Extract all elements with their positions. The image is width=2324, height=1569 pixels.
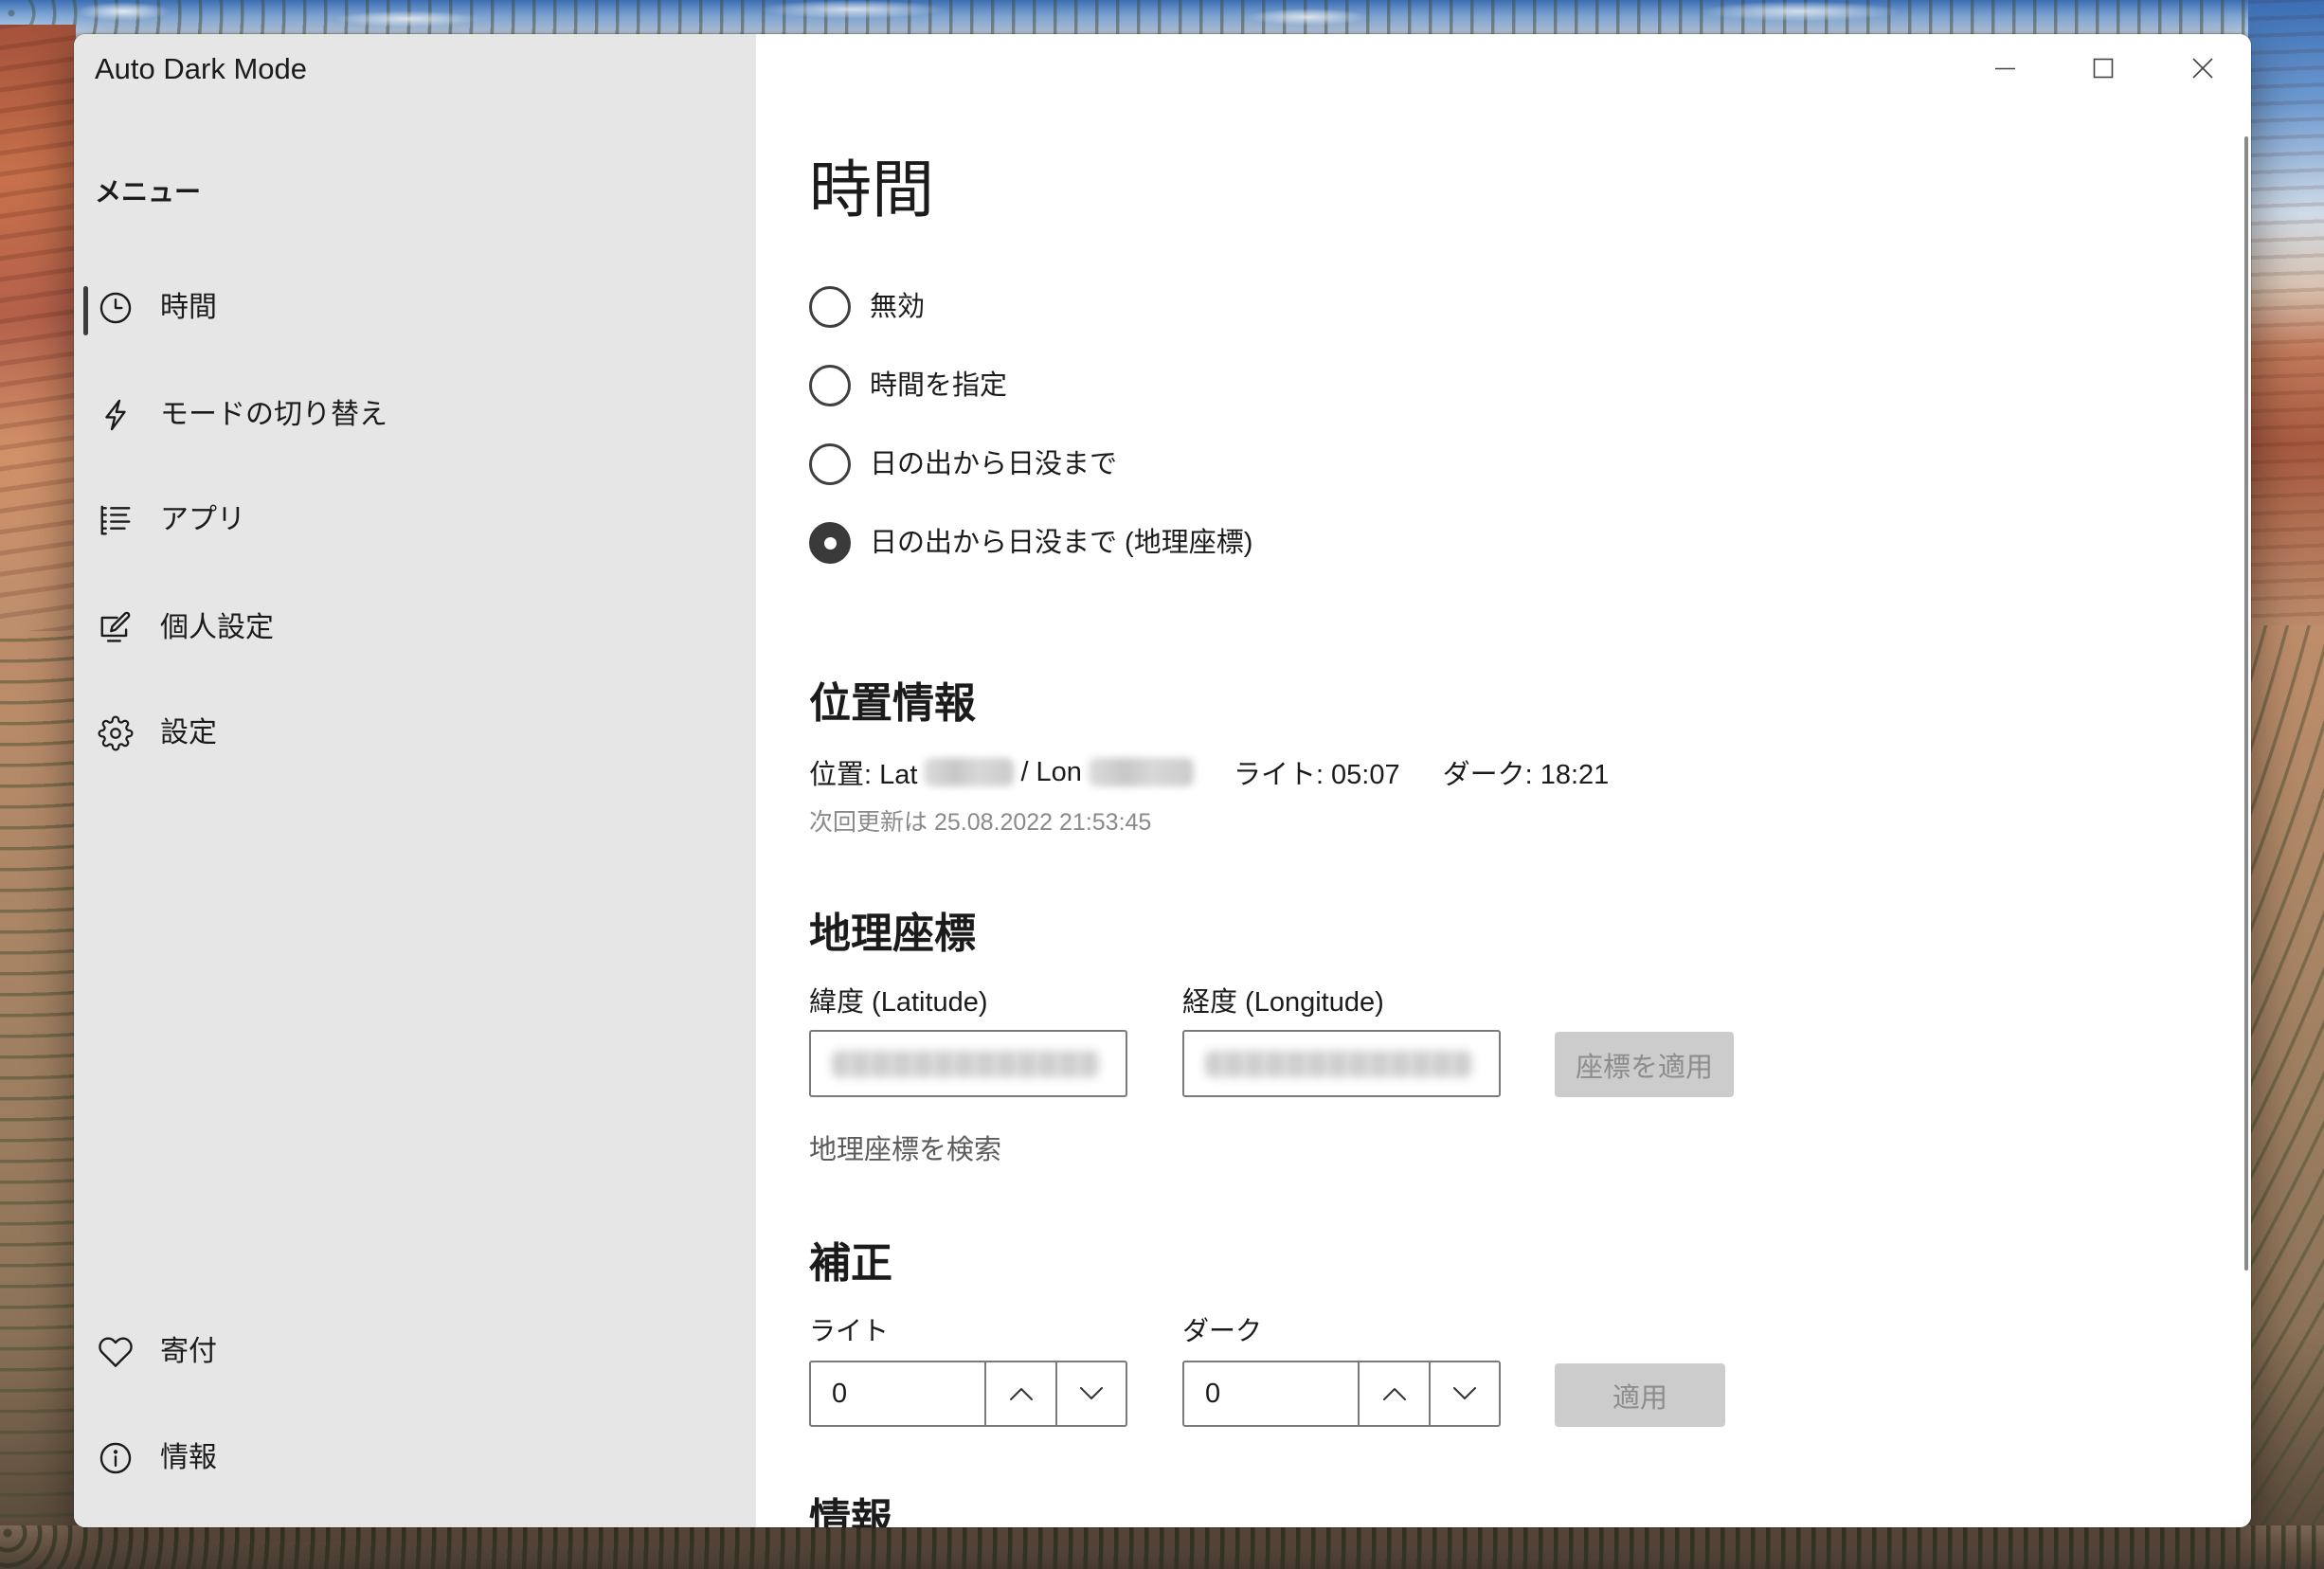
- mode-option-sunrise-sunset[interactable]: 日の出から日没まで: [809, 441, 1662, 488]
- maximize-button[interactable]: [2070, 45, 2136, 92]
- sidebar-item-label: アプリ: [160, 504, 245, 535]
- apply-offset-button[interactable]: 適用: [1555, 1363, 1725, 1427]
- search-coordinates-link[interactable]: 地理座標を検索: [809, 1131, 1001, 1169]
- app-title: Auto Dark Mode: [95, 52, 307, 85]
- wallpaper-rock-cliff-left: [0, 25, 76, 631]
- scrollbar-thumb[interactable]: [2244, 136, 2248, 1271]
- dark-offset-label: ダーク: [1182, 1316, 1263, 1345]
- radio-button[interactable]: [809, 286, 851, 328]
- light-time: ライト: 05:07: [1233, 760, 1400, 790]
- radio-dot: [823, 536, 837, 550]
- chevron-down-icon: [1080, 1387, 1103, 1399]
- lightning-icon: [98, 397, 134, 433]
- radio-button[interactable]: [809, 365, 851, 406]
- list-icon: [98, 502, 134, 538]
- sidebar-item-about[interactable]: 情報: [74, 1429, 756, 1488]
- sidebar-item-apps[interactable]: アプリ: [74, 491, 756, 550]
- latitude-prefix: 位置: Lat: [809, 760, 918, 790]
- chevron-up-icon: [1382, 1388, 1406, 1400]
- longitude-value-redacted: [1088, 758, 1194, 786]
- latitude-input-value-redacted: [832, 1051, 1099, 1077]
- light-offset-input[interactable]: 0: [811, 1362, 984, 1425]
- chevron-up-icon: [1009, 1388, 1033, 1400]
- radio-label: 日の出から日没まで (地理座標): [870, 528, 1253, 558]
- dark-offset-spinbox: 0: [1182, 1361, 1501, 1427]
- clock-icon: [98, 290, 134, 326]
- minimize-button[interactable]: [1972, 45, 2038, 92]
- selection-indicator: [83, 286, 88, 335]
- dark-offset-input[interactable]: 0: [1184, 1362, 1358, 1425]
- sidebar-item-mode-switch[interactable]: モードの切り替え: [74, 386, 756, 444]
- dark-offset-decrement-button[interactable]: [1429, 1362, 1499, 1425]
- light-offset-decrement-button[interactable]: [1055, 1362, 1126, 1425]
- minimize-icon: [1994, 67, 2015, 69]
- longitude-label: 経度 (Longitude): [1182, 987, 1384, 1018]
- maximize-icon: [2093, 58, 2114, 79]
- sidebar-item-donate[interactable]: 寄付: [74, 1323, 756, 1381]
- apply-coordinates-button[interactable]: 座標を適用: [1555, 1032, 1734, 1097]
- wallpaper-desert-scrub: [0, 1525, 2324, 1569]
- radio-label: 時間を指定: [870, 370, 1008, 401]
- light-offset-spinbox: 0: [809, 1361, 1127, 1427]
- mode-option-custom-time[interactable]: 時間を指定: [809, 362, 1662, 409]
- personalize-icon: [98, 610, 134, 646]
- heart-icon: [98, 1334, 134, 1370]
- sidebar: Auto Dark Mode メニュー 時間 モードの切り替え アプリ 個人設定…: [74, 34, 756, 1527]
- info-heading: 情報: [809, 1496, 892, 1527]
- sidebar-item-label: 情報: [160, 1442, 217, 1473]
- app-window: Auto Dark Mode メニュー 時間 モードの切り替え アプリ 個人設定…: [74, 34, 2251, 1527]
- page-title: 時間: [809, 154, 934, 225]
- offset-heading: 補正: [809, 1240, 892, 1287]
- sidebar-item-time[interactable]: 時間: [74, 279, 756, 337]
- sidebar-item-settings[interactable]: 設定: [74, 704, 756, 763]
- next-update-text: 次回更新は 25.08.2022 21:53:45: [809, 809, 1152, 836]
- mode-option-sunrise-sunset-coordinates[interactable]: 日の出から日没まで (地理座標): [809, 519, 1662, 567]
- dark-offset-increment-button[interactable]: [1358, 1362, 1429, 1425]
- sidebar-item-label: 設定: [160, 717, 217, 748]
- sidebar-item-label: 寄付: [160, 1336, 217, 1367]
- light-offset-increment-button[interactable]: [984, 1362, 1055, 1425]
- latitude-value-redacted: [924, 758, 1015, 786]
- location-summary: 位置: Lat / Lon ライト: 05:07 ダーク: 18:21: [809, 753, 1609, 791]
- longitude-prefix: / Lon: [1020, 756, 1082, 787]
- sidebar-item-label: 個人設定: [160, 612, 274, 643]
- info-icon: [98, 1440, 134, 1476]
- wallpaper-mountains-right: [2248, 0, 2324, 625]
- light-offset-label: ライト: [809, 1316, 890, 1345]
- gear-icon: [98, 715, 134, 751]
- sidebar-item-personalization[interactable]: 個人設定: [74, 599, 756, 658]
- main-content: 時間 無効 時間を指定 日の出から日没まで 日の出から日没まで (地理座標) 位…: [756, 34, 2251, 1527]
- radio-label: 無効: [870, 292, 926, 322]
- radio-button[interactable]: [809, 522, 851, 564]
- close-button[interactable]: [2170, 45, 2236, 92]
- radio-label: 日の出から日没まで: [870, 449, 1118, 479]
- dark-time: ダーク: 18:21: [1442, 760, 1610, 790]
- latitude-input[interactable]: [809, 1030, 1127, 1097]
- menu-label: メニュー: [95, 177, 202, 207]
- sidebar-item-label: モードの切り替え: [160, 399, 387, 430]
- chevron-down-icon: [1453, 1387, 1476, 1399]
- sidebar-item-label: 時間: [160, 292, 217, 323]
- location-heading: 位置情報: [809, 680, 976, 727]
- mode-option-disabled[interactable]: 無効: [809, 283, 1662, 331]
- coordinates-heading: 地理座標: [809, 911, 976, 957]
- close-icon: [2192, 58, 2213, 79]
- radio-button[interactable]: [809, 443, 851, 485]
- longitude-input-value-redacted: [1205, 1051, 1472, 1077]
- longitude-input[interactable]: [1182, 1030, 1501, 1097]
- latitude-label: 緯度 (Latitude): [809, 987, 988, 1018]
